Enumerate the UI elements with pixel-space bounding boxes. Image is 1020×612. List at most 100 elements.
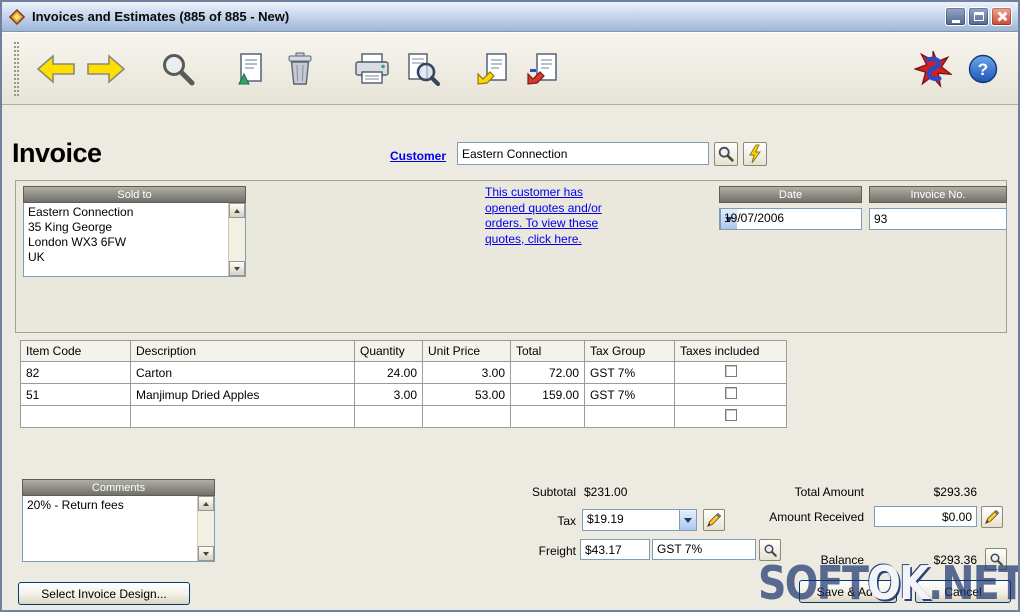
sold-to-panel: Sold to Eastern Connection 35 King Georg… <box>23 186 246 277</box>
cell-unit-price[interactable]: 53.00 <box>422 383 511 406</box>
taxes-included-checkbox[interactable] <box>724 387 737 399</box>
balance-search-button[interactable] <box>985 548 1007 570</box>
close-icon <box>996 11 1007 22</box>
total-amount-label: Total Amount <box>794 485 864 499</box>
minimize-button[interactable] <box>945 7 966 26</box>
customer-input[interactable] <box>457 142 709 165</box>
tax-dropdown-button[interactable] <box>679 510 696 530</box>
amount-received-edit-button[interactable] <box>981 506 1003 528</box>
cell-total[interactable]: 72.00 <box>510 361 585 384</box>
subtotal-value: $231.00 <box>584 485 628 499</box>
arrow-down-icon <box>234 266 240 271</box>
back-button[interactable] <box>33 42 79 96</box>
toolbar-grip[interactable] <box>14 41 19 96</box>
amount-received-input[interactable] <box>874 506 977 527</box>
print-preview-button[interactable] <box>399 42 445 96</box>
copy-document-button[interactable] <box>471 42 517 96</box>
find-button[interactable] <box>155 42 201 96</box>
invoice-no-input[interactable] <box>869 208 1007 230</box>
minimize-icon <box>951 19 960 23</box>
chevron-down-icon <box>684 517 692 523</box>
date-dropdown[interactable]: 19/07/2006 <box>719 208 862 230</box>
page-title: Invoice <box>12 138 102 168</box>
window-title: Invoices and Estimates (885 of 885 - New… <box>32 9 290 24</box>
cell-quantity[interactable] <box>354 405 423 428</box>
cell-item-code[interactable]: 51 <box>20 383 131 406</box>
sold-to-header: Sold to <box>23 186 246 203</box>
transfer-document-button[interactable] <box>521 42 567 96</box>
tax-edit-button[interactable] <box>703 509 725 531</box>
scroll-down-button[interactable] <box>198 546 214 561</box>
table-row[interactable]: 51 Manjimup Dried Apples 3.00 53.00 159.… <box>20 383 787 406</box>
sold-to-line: UK <box>28 250 45 264</box>
cell-description[interactable] <box>130 405 355 428</box>
scroll-up-button[interactable] <box>198 496 214 511</box>
cell-tax-group[interactable] <box>584 405 675 428</box>
cell-quantity[interactable]: 24.00 <box>354 361 423 384</box>
select-invoice-design-label: Select Invoice Design... <box>41 586 167 601</box>
scroll-down-button[interactable] <box>229 261 245 276</box>
freight-input[interactable] <box>580 539 650 560</box>
cell-total[interactable] <box>510 405 585 428</box>
scroll-up-button[interactable] <box>229 203 245 218</box>
balance-label: Balance <box>820 553 864 567</box>
cell-total[interactable]: 159.00 <box>510 383 585 406</box>
cell-unit-price[interactable] <box>422 405 511 428</box>
close-button[interactable] <box>991 7 1012 26</box>
customer-link[interactable]: Customer <box>390 149 446 163</box>
scroll-track[interactable] <box>198 511 214 546</box>
cell-tax-group[interactable]: GST 7% <box>584 361 675 384</box>
table-row[interactable] <box>20 405 787 428</box>
sold-to-listbox[interactable]: Eastern Connection 35 King George London… <box>23 203 246 277</box>
comments-scrollbar[interactable] <box>197 496 214 561</box>
select-invoice-design-button[interactable]: Select Invoice Design... <box>18 582 190 605</box>
trash-icon <box>288 52 312 85</box>
comments-text: 20% - Return fees <box>27 498 124 512</box>
title-bar: Invoices and Estimates (885 of 885 - New… <box>2 2 1018 32</box>
forward-button[interactable] <box>83 42 129 96</box>
cell-quantity[interactable]: 3.00 <box>354 383 423 406</box>
scroll-track[interactable] <box>229 218 245 261</box>
pencil-icon <box>706 512 722 528</box>
taxes-included-checkbox[interactable] <box>724 365 737 377</box>
invoice-header-group: Sold to Eastern Connection 35 King Georg… <box>15 180 1007 333</box>
col-tax-group: Tax Group <box>584 340 675 362</box>
new-record-button[interactable] <box>227 42 273 96</box>
arrow-up-icon <box>234 208 240 213</box>
app-logo-button[interactable] <box>910 42 956 96</box>
date-header: Date <box>719 186 862 203</box>
cell-description[interactable]: Carton <box>130 361 355 384</box>
cell-item-code[interactable]: 82 <box>20 361 131 384</box>
freight-label: Freight <box>538 544 576 558</box>
balance-value: $293.36 <box>933 553 977 567</box>
cell-description[interactable]: Manjimup Dried Apples <box>130 383 355 406</box>
app-logo-icon <box>914 50 952 88</box>
customer-quick-button[interactable] <box>743 142 767 166</box>
help-button[interactable]: ? <box>960 42 1006 96</box>
tax-dropdown[interactable]: $19.19 <box>582 509 697 531</box>
sold-to-scrollbar[interactable] <box>228 203 245 276</box>
arrow-down-icon <box>203 551 209 556</box>
cell-item-code[interactable] <box>20 405 131 428</box>
sold-to-line: Eastern Connection <box>28 205 134 219</box>
arrow-up-icon <box>203 501 209 506</box>
quotes-link-line: orders. To view these <box>485 216 599 230</box>
search-icon <box>990 553 1003 566</box>
cell-tax-group[interactable]: GST 7% <box>584 383 675 406</box>
print-button[interactable] <box>349 42 395 96</box>
cell-unit-price[interactable]: 3.00 <box>422 361 511 384</box>
comments-textarea[interactable]: 20% - Return fees <box>22 496 215 562</box>
maximize-button[interactable] <box>968 7 989 26</box>
cancel-button[interactable]: Cancel <box>915 580 1011 603</box>
pencil-icon <box>984 509 1000 525</box>
save-and-add-button[interactable]: Save & Add <box>799 580 897 603</box>
table-row[interactable]: 82 Carton 24.00 3.00 72.00 GST 7% <box>20 361 787 384</box>
taxes-included-checkbox[interactable] <box>724 409 737 421</box>
quotes-link[interactable]: This customer has opened quotes and/or o… <box>485 185 602 247</box>
col-quantity: Quantity <box>354 340 423 362</box>
customer-search-button[interactable] <box>714 142 738 166</box>
maximize-icon <box>973 12 984 21</box>
freight-tax-group-field[interactable]: GST 7% <box>652 539 756 560</box>
delete-button[interactable] <box>277 42 323 96</box>
line-items-table: Item Code Description Quantity Unit Pric… <box>20 340 787 428</box>
